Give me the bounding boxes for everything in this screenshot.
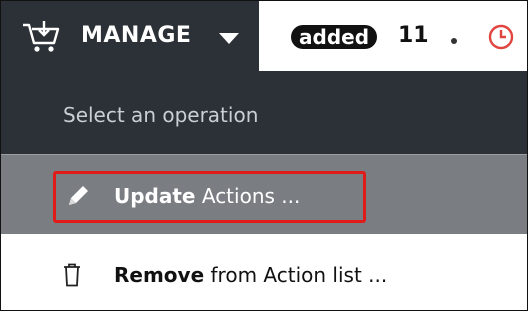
menu-item-remove-label: Remove from Action list ... — [114, 263, 387, 287]
manage-dropdown-button[interactable]: MANAGE — [1, 1, 259, 71]
added-badge: added — [291, 25, 378, 49]
update-rest-text: Actions ... — [195, 184, 301, 208]
remove-rest-text: from Action list ... — [204, 263, 388, 287]
manage-label: MANAGE — [81, 23, 192, 48]
cart-icon — [23, 21, 60, 52]
manage-menu-panel: MANAGE added 11 Select an operation Upda… — [0, 0, 528, 311]
trash-icon — [64, 263, 80, 287]
caret-down-icon — [219, 33, 239, 44]
toolbar: MANAGE added 11 — [1, 1, 527, 71]
added-count: 11 — [398, 23, 429, 48]
pencil-icon — [69, 186, 88, 205]
update-bold-word: Update — [114, 184, 196, 208]
menu-prompt: Select an operation — [63, 103, 259, 127]
separator-dot — [451, 38, 457, 44]
remove-bold-word: Remove — [114, 263, 205, 287]
menu-item-update-label: Update Actions ... — [114, 184, 300, 208]
clock-icon[interactable] — [487, 23, 515, 51]
